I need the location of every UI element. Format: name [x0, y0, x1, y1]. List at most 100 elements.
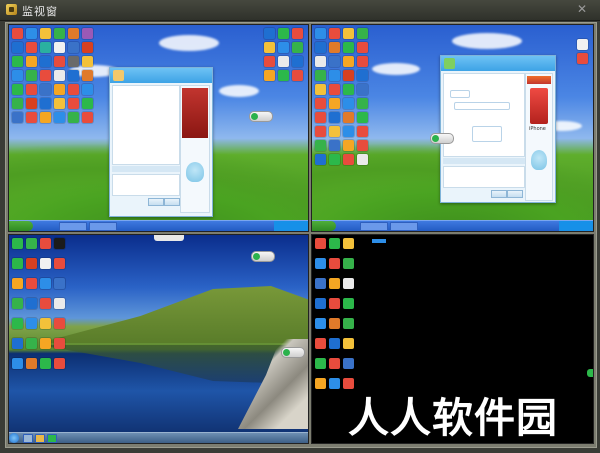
taskbar-item[interactable] — [59, 222, 87, 231]
desktop-icon[interactable] — [40, 70, 51, 81]
desktop-icon[interactable] — [315, 70, 326, 81]
desktop-icon[interactable] — [315, 278, 326, 289]
desktop-icon[interactable] — [54, 358, 65, 369]
screen-3[interactable] — [8, 234, 309, 444]
desktop-icon[interactable] — [12, 56, 23, 67]
desktop-icon[interactable] — [82, 84, 93, 95]
desktop-icon[interactable] — [54, 56, 65, 67]
desktop-icon[interactable] — [68, 42, 79, 53]
desktop-icon[interactable] — [329, 378, 340, 389]
desktop-icon[interactable] — [54, 98, 65, 109]
desktop-icon[interactable] — [26, 358, 37, 369]
desktop-icon[interactable] — [329, 238, 340, 249]
desktop-icon[interactable] — [357, 98, 368, 109]
desktop-icon[interactable] — [12, 70, 23, 81]
desktop-icon[interactable] — [12, 358, 23, 369]
desktop-icon[interactable] — [329, 112, 340, 123]
desktop-icon[interactable] — [54, 42, 65, 53]
desktop-icon[interactable] — [329, 42, 340, 53]
desktop-icon[interactable] — [343, 298, 354, 309]
desktop-icon[interactable] — [315, 338, 326, 349]
desktop-icon[interactable] — [329, 154, 340, 165]
desktop-icon[interactable] — [264, 56, 275, 67]
desktop-icon[interactable] — [26, 338, 37, 349]
desktop-icon[interactable] — [40, 238, 51, 249]
desktop-icon[interactable] — [315, 28, 326, 39]
desktop-icon[interactable] — [12, 338, 23, 349]
taskbar-item[interactable] — [390, 222, 418, 231]
desktop-icon[interactable] — [12, 238, 23, 249]
screen-2[interactable]: iPhone — [311, 24, 594, 232]
desktop-icon[interactable] — [40, 84, 51, 95]
desktop-icon[interactable] — [40, 112, 51, 123]
floating-widget[interactable] — [249, 111, 273, 122]
desktop-icon[interactable] — [292, 42, 303, 53]
desktop-icon[interactable] — [315, 140, 326, 151]
desktop-icon[interactable] — [357, 154, 368, 165]
desktop-icon[interactable] — [40, 258, 51, 269]
desktop-icon[interactable] — [315, 258, 326, 269]
desktop-icon[interactable] — [329, 28, 340, 39]
desktop-icon[interactable] — [40, 98, 51, 109]
desktop-icon[interactable] — [12, 278, 23, 289]
send-button[interactable] — [164, 198, 180, 206]
desktop-icon[interactable] — [12, 42, 23, 53]
desktop-icon[interactable] — [357, 112, 368, 123]
desktop-icon[interactable] — [343, 70, 354, 81]
desktop-icon[interactable] — [357, 70, 368, 81]
desktop-icon[interactable] — [278, 56, 289, 67]
floating-widget[interactable] — [251, 251, 275, 262]
desktop-icon[interactable] — [68, 56, 79, 67]
desktop-icon[interactable] — [343, 358, 354, 369]
desktop-icon[interactable] — [264, 70, 275, 81]
desktop-icon[interactable] — [40, 278, 51, 289]
desktop-icon[interactable] — [40, 318, 51, 329]
chat-window[interactable]: iPhone — [440, 55, 556, 203]
desktop-icon[interactable] — [315, 42, 326, 53]
desktop-icon[interactable] — [343, 112, 354, 123]
desktop-icon[interactable] — [40, 28, 51, 39]
desktop-icon[interactable] — [343, 42, 354, 53]
desktop-icon[interactable] — [26, 56, 37, 67]
desktop-icon[interactable] — [40, 298, 51, 309]
desktop-icon[interactable] — [40, 56, 51, 67]
desktop-icon[interactable] — [54, 338, 65, 349]
desktop-icon[interactable] — [26, 84, 37, 95]
desktop-icon[interactable] — [329, 56, 340, 67]
desktop-icon[interactable] — [40, 42, 51, 53]
desktop-icon[interactable] — [26, 298, 37, 309]
floating-widget[interactable] — [430, 133, 454, 144]
desktop-icon[interactable] — [315, 298, 326, 309]
desktop-icon[interactable] — [68, 70, 79, 81]
desktop-icon[interactable] — [68, 84, 79, 95]
desktop-icon[interactable] — [26, 238, 37, 249]
desktop-icon[interactable] — [26, 318, 37, 329]
desktop-icon[interactable] — [12, 84, 23, 95]
chat-toolbar[interactable] — [443, 158, 525, 164]
desktop-icon[interactable] — [292, 70, 303, 81]
desktop-icon[interactable] — [54, 112, 65, 123]
desktop-icon[interactable] — [264, 42, 275, 53]
taskbar-item[interactable] — [360, 222, 388, 231]
desktop-icon[interactable] — [343, 338, 354, 349]
desktop-icon[interactable] — [292, 56, 303, 67]
desktop-icon[interactable] — [329, 338, 340, 349]
taskbar-item[interactable] — [47, 434, 57, 443]
desktop-icon[interactable] — [82, 28, 93, 39]
desktop-icon[interactable] — [577, 39, 588, 50]
desktop-icon[interactable] — [315, 318, 326, 329]
close-chat-button[interactable] — [148, 198, 164, 206]
desktop-icon[interactable] — [26, 42, 37, 53]
desktop-icon[interactable] — [329, 84, 340, 95]
desktop-icon[interactable] — [26, 98, 37, 109]
desktop-icon[interactable] — [292, 28, 303, 39]
desktop-icon[interactable] — [68, 98, 79, 109]
desktop-icon[interactable] — [343, 154, 354, 165]
desktop-icon[interactable] — [26, 258, 37, 269]
desktop-icon[interactable] — [343, 140, 354, 151]
screen-1[interactable] — [8, 24, 309, 232]
desktop-icon[interactable] — [343, 258, 354, 269]
desktop-icon[interactable] — [82, 98, 93, 109]
desktop-icon[interactable] — [40, 338, 51, 349]
desktop-icon[interactable] — [68, 28, 79, 39]
